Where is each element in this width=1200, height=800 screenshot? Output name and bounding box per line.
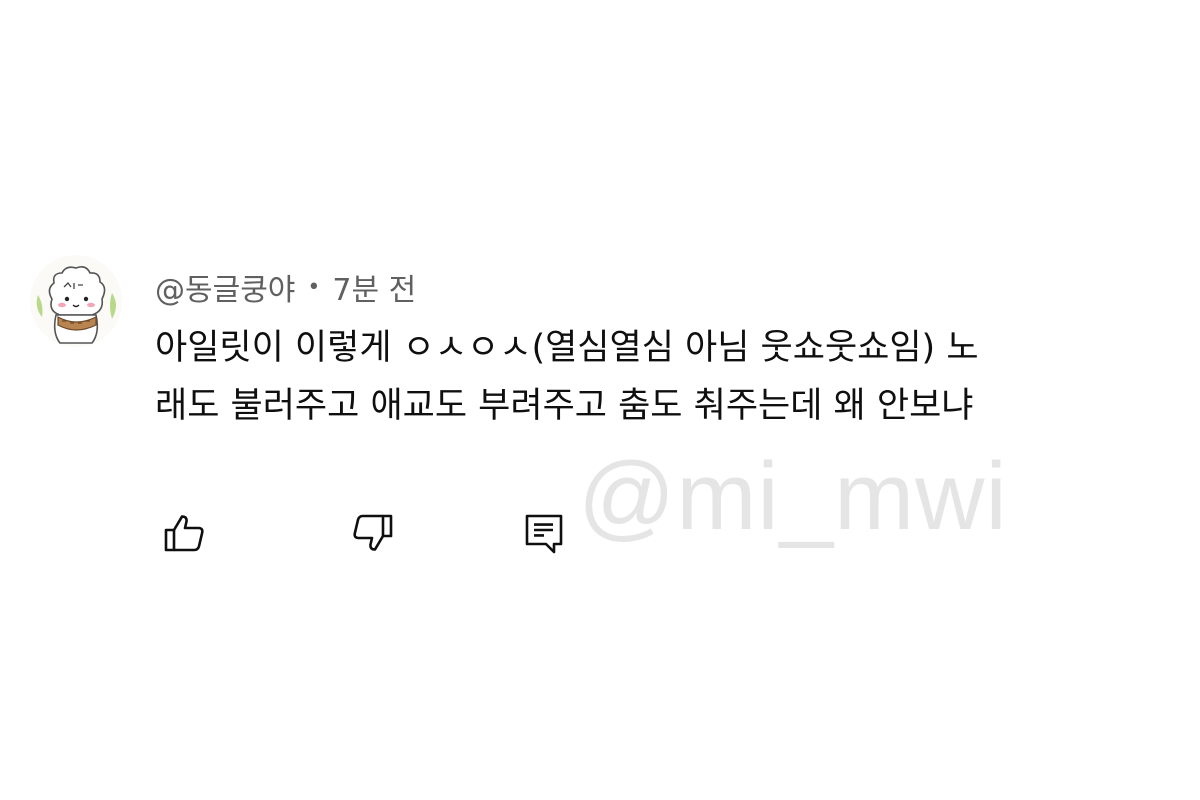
- avatar[interactable]: [30, 255, 122, 347]
- reply-comment-icon: [525, 514, 563, 554]
- avatar-illustration-icon: [30, 255, 122, 347]
- meta-separator: •: [307, 274, 321, 300]
- comment-text: 아일릿이 이렇게 ㅇㅅㅇㅅ(열심열심 아님 웃쇼웃쇼임) 노 래도 불러주고 애…: [155, 319, 1175, 435]
- comment-actions: [155, 503, 574, 563]
- reply-button[interactable]: [514, 503, 574, 563]
- thumbs-down-icon: [353, 514, 393, 551]
- author-name[interactable]: @동글쿵야: [155, 265, 295, 309]
- comment-timestamp[interactable]: 7분 전: [332, 265, 416, 309]
- dislike-button[interactable]: [342, 503, 402, 563]
- watermark: @mi_mwi: [578, 443, 1008, 550]
- thumbs-up-icon: [164, 515, 204, 552]
- comment-body: @동글쿵야 • 7분 전 아일릿이 이렇게 ㅇㅅㅇㅅ(열심열심 아님 웃쇼웃쇼임…: [155, 259, 1175, 435]
- comment-text-line: 아일릿이 이렇게 ㅇㅅㅇㅅ(열심열심 아님 웃쇼웃쇼임) 노: [155, 328, 979, 368]
- comment-meta: @동글쿵야 • 7분 전: [155, 259, 1175, 315]
- like-button[interactable]: [155, 503, 215, 563]
- comment-text-line: 래도 불러주고 애교도 부려주고 춤도 춰주는데 왜 안보냐: [155, 386, 974, 426]
